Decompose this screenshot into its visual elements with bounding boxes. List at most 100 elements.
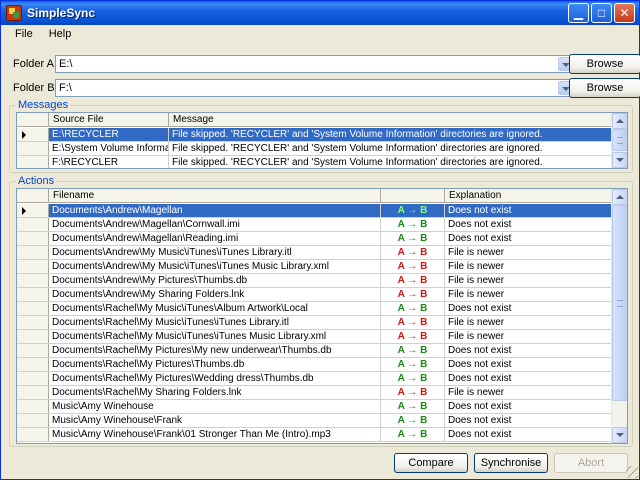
menu-file[interactable]: File — [7, 25, 41, 44]
table-row[interactable]: Documents\Rachel\My Music\iTunes\iTunes … — [17, 316, 613, 330]
scroll-down-icon[interactable] — [612, 152, 627, 168]
row-header[interactable] — [17, 288, 49, 301]
folder-b-row: Folder B: F:\ Browse — [13, 78, 640, 99]
row-header[interactable] — [17, 274, 49, 287]
compare-button[interactable]: Compare — [394, 453, 468, 473]
column-filename[interactable]: Filename — [49, 189, 381, 203]
explanation-cell: File is newer — [445, 316, 613, 329]
table-row[interactable]: Documents\Rachel\My Pictures\My new unde… — [17, 344, 613, 358]
column-source-file[interactable]: Source File — [49, 113, 169, 127]
table-row[interactable]: Documents\Andrew\My Sharing Folders.lnk A… — [17, 288, 613, 302]
filename-cell: Documents\Andrew\Magellan — [49, 204, 381, 217]
resize-grip-icon[interactable] — [626, 466, 638, 478]
table-row[interactable]: Documents\Rachel\My Pictures\Wedding dre… — [17, 372, 613, 386]
table-row[interactable]: Documents\Andrew\My Music\iTunes\iTunes … — [17, 260, 613, 274]
synchronise-button[interactable]: Synchronise — [474, 453, 548, 473]
direction-cell[interactable]: A → B — [381, 414, 445, 427]
title-bar[interactable]: SimpleSync ▁ □ ✕ — [1, 1, 639, 25]
row-header[interactable] — [17, 204, 49, 217]
source-file-cell: F:\RECYCLER — [49, 156, 169, 168]
direction-cell[interactable]: A → B — [381, 260, 445, 273]
direction-cell[interactable]: A → B — [381, 274, 445, 287]
explanation-cell: Does not exist — [445, 302, 613, 315]
row-header[interactable] — [17, 372, 49, 385]
direction-cell[interactable]: A → B — [381, 372, 445, 385]
scroll-thumb[interactable] — [612, 129, 627, 151]
explanation-cell: File is newer — [445, 386, 613, 399]
row-header[interactable] — [17, 386, 49, 399]
row-header[interactable] — [17, 344, 49, 357]
direction-cell[interactable]: A → B — [381, 344, 445, 357]
menu-help[interactable]: Help — [41, 25, 80, 44]
messages-grid[interactable]: Source File Message E:\RECYCLER File skip… — [16, 112, 628, 169]
scroll-thumb[interactable] — [612, 205, 627, 401]
row-pointer-icon — [22, 207, 26, 215]
table-row[interactable]: Documents\Andrew\My Music\iTunes\iTunes … — [17, 246, 613, 260]
actions-grid[interactable]: Filename Explanation Documents\Andrew\Ma… — [16, 188, 628, 444]
close-icon[interactable]: ✕ — [614, 3, 635, 23]
row-header[interactable] — [17, 414, 49, 427]
table-row[interactable]: Documents\Andrew\Magellan\Reading.imi A →… — [17, 232, 613, 246]
browse-folder-a-button[interactable]: Browse — [569, 54, 640, 74]
row-header[interactable] — [17, 232, 49, 245]
table-row[interactable]: Music\Amy Winehouse\Frank\01 Stronger Th… — [17, 428, 613, 442]
messages-scrollbar[interactable] — [611, 113, 627, 168]
row-header[interactable] — [17, 142, 49, 155]
direction-cell[interactable]: A → B — [381, 232, 445, 245]
folder-a-combo[interactable]: E:\ — [55, 55, 575, 73]
row-header[interactable] — [17, 316, 49, 329]
table-row[interactable]: Documents\Rachel\My Sharing Folders.lnk A… — [17, 386, 613, 400]
table-row[interactable]: Documents\Rachel\My Music\iTunes\Album A… — [17, 302, 613, 316]
row-header[interactable] — [17, 358, 49, 371]
row-header[interactable] — [17, 330, 49, 343]
messages-rows: E:\RECYCLER File skipped. 'RECYCLER' and … — [17, 128, 613, 168]
row-header[interactable] — [17, 128, 49, 141]
direction-cell[interactable]: A → B — [381, 386, 445, 399]
scroll-up-icon[interactable] — [612, 113, 627, 129]
direction-cell[interactable]: A → B — [381, 302, 445, 315]
menu-bar: File Help — [1, 25, 639, 44]
direction-cell[interactable]: A → B — [381, 218, 445, 231]
browse-folder-b-button[interactable]: Browse — [569, 78, 640, 98]
filename-cell: Music\Amy Winehouse\Frank\01 Stronger Th… — [49, 428, 381, 441]
direction-cell[interactable]: A → B — [381, 400, 445, 413]
direction-cell[interactable]: A → B — [381, 246, 445, 259]
table-row[interactable]: Documents\Rachel\My Pictures\Thumbs.db A … — [17, 358, 613, 372]
direction-cell[interactable]: A → B — [381, 428, 445, 441]
app-icon[interactable] — [6, 5, 22, 21]
table-row[interactable]: Music\Amy Winehouse A → B Does not exist — [17, 400, 613, 414]
row-header[interactable] — [17, 302, 49, 315]
row-header[interactable] — [17, 218, 49, 231]
table-row[interactable]: E:\System Volume InformationFile skipped… — [17, 142, 613, 156]
table-row[interactable]: Documents\Rachel\My Music\iTunes\iTunes … — [17, 330, 613, 344]
explanation-cell: Does not exist — [445, 204, 613, 217]
folder-b-value: F:\ — [59, 82, 72, 94]
table-row[interactable]: Music\Amy Winehouse\Frank A → B Does not e… — [17, 414, 613, 428]
column-explanation[interactable]: Explanation — [445, 189, 613, 203]
actions-scrollbar[interactable] — [611, 189, 627, 443]
table-row[interactable]: F:\RECYCLER File skipped. 'RECYCLER' and … — [17, 156, 613, 168]
folder-b-combo[interactable]: F:\ — [55, 79, 575, 97]
scroll-up-icon[interactable] — [612, 189, 627, 205]
maximize-icon[interactable]: □ — [591, 3, 612, 23]
direction-cell[interactable]: A → B — [381, 204, 445, 217]
table-row[interactable]: Documents\Andrew\Magellan A → B Does not e… — [17, 204, 613, 218]
minimize-icon[interactable]: ▁ — [568, 3, 589, 23]
row-header[interactable] — [17, 246, 49, 259]
message-cell: File skipped. 'RECYCLER' and 'System Vol… — [169, 142, 613, 155]
row-header[interactable] — [17, 400, 49, 413]
row-header[interactable] — [17, 156, 49, 168]
direction-cell[interactable]: A → B — [381, 316, 445, 329]
table-row[interactable]: Documents\Andrew\Magellan\Cornwall.imi A … — [17, 218, 613, 232]
explanation-cell: Does not exist — [445, 344, 613, 357]
table-row[interactable]: E:\RECYCLER File skipped. 'RECYCLER' and … — [17, 128, 613, 142]
column-message[interactable]: Message — [169, 113, 613, 127]
row-header[interactable] — [17, 260, 49, 273]
direction-cell[interactable]: A → B — [381, 358, 445, 371]
column-direction[interactable] — [381, 189, 445, 203]
direction-cell[interactable]: A → B — [381, 288, 445, 301]
row-header[interactable] — [17, 428, 49, 441]
scroll-down-icon[interactable] — [612, 427, 627, 443]
direction-cell[interactable]: A → B — [381, 330, 445, 343]
table-row[interactable]: Documents\Andrew\My Pictures\Thumbs.db A … — [17, 274, 613, 288]
